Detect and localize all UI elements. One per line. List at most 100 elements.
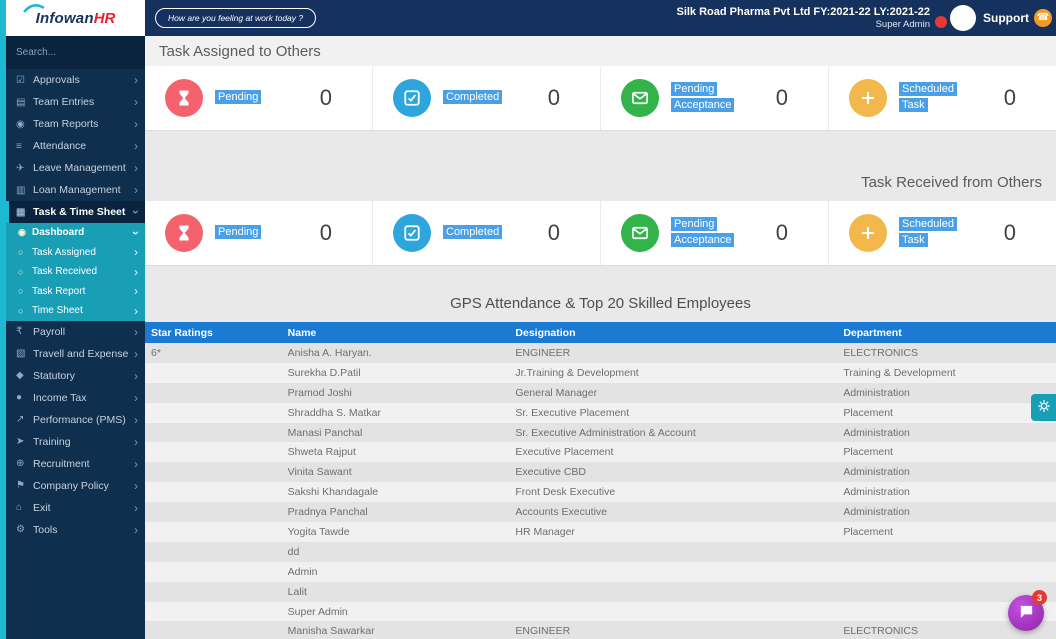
- chevron-right-icon: ›: [134, 266, 138, 278]
- submenu-item-label: Task Received: [32, 266, 134, 277]
- table-row[interactable]: Manisha SawarkarENGINEERELECTRONICS: [145, 621, 1056, 639]
- approvals-icon: ☑: [16, 75, 33, 86]
- bullet-icon: ○: [18, 286, 32, 296]
- sidebar-item-label: Approvals: [33, 74, 134, 86]
- table-row[interactable]: Admin: [145, 562, 1056, 582]
- avatar[interactable]: [950, 5, 976, 31]
- column-header-star-ratings: Star Ratings: [145, 322, 282, 343]
- pending-acceptance-mail-icon: [621, 214, 659, 252]
- sidebar-item-label: Attendance: [33, 140, 134, 152]
- scheduled-task-plus-icon: [849, 79, 887, 117]
- search-input[interactable]: [6, 36, 145, 69]
- table-cell: HR Manager: [509, 522, 837, 542]
- table-cell: [509, 562, 837, 582]
- chevron-right-icon: ›: [134, 370, 138, 382]
- notification-dot[interactable]: [935, 16, 947, 28]
- table-row[interactable]: Shraddha S. MatkarSr. Executive Placemen…: [145, 403, 1056, 423]
- sidebar-item-team-entries[interactable]: ▤ Team Entries ›: [6, 91, 145, 113]
- table-cell: [145, 621, 282, 639]
- table-row[interactable]: Sakshi KhandagaleFront Desk ExecutiveAdm…: [145, 482, 1056, 502]
- payroll-icon: ₹: [16, 326, 33, 337]
- table-row[interactable]: Shweta RajputExecutive PlacementPlacemen…: [145, 442, 1056, 462]
- table-row[interactable]: 6*Anisha A. Haryan.ENGINEERELECTRONICS: [145, 343, 1056, 363]
- chevron-right-icon: ›: [134, 480, 138, 492]
- table-row[interactable]: Super Admin: [145, 602, 1056, 622]
- training-icon: ➤: [16, 436, 33, 447]
- sidebar-item-leave-management[interactable]: ✈ Leave Management ›: [6, 157, 145, 179]
- sidebar-item-attendance[interactable]: ≡ Attendance ›: [6, 135, 145, 157]
- travel-expense-icon: ▧: [16, 348, 33, 359]
- scheduled-task-plus-icon: [849, 214, 887, 252]
- sidebar-item-recruitment[interactable]: ⊕ Recruitment ›: [6, 453, 145, 475]
- task-time-sheet-icon: ▦: [16, 207, 33, 218]
- table-cell: Executive CBD: [509, 462, 837, 482]
- gear-icon: [1037, 399, 1051, 416]
- chat-fab[interactable]: 3: [1008, 595, 1044, 631]
- stat-pending-acceptance[interactable]: Pending Acceptance 0: [600, 201, 828, 265]
- accent-strip: [0, 0, 6, 639]
- sidebar-item-statutory[interactable]: ◆ Statutory ›: [6, 365, 145, 387]
- table-row[interactable]: Surekha D.PatilJr.Training & Development…: [145, 363, 1056, 383]
- table-row[interactable]: Pradnya PanchalAccounts ExecutiveAdminis…: [145, 502, 1056, 522]
- completed-check-icon: [393, 79, 431, 117]
- table-cell: 6*: [145, 343, 282, 363]
- table-cell: Administration: [837, 423, 1056, 443]
- stat-label: Scheduled Task: [899, 217, 971, 249]
- stat-pending[interactable]: Pending 0: [145, 66, 372, 130]
- sidebar-item-team-reports[interactable]: ◉ Team Reports ›: [6, 113, 145, 135]
- chevron-right-icon: ›: [134, 118, 138, 130]
- submenu-item-task-received[interactable]: ○ Task Received ›: [6, 262, 145, 282]
- chevron-right-icon: ›: [134, 524, 138, 536]
- submenu-item-task-report[interactable]: ○ Task Report ›: [6, 282, 145, 302]
- sidebar-item-travell-and-expense[interactable]: ▧ Travell and Expense ›: [6, 343, 145, 365]
- stat-pending[interactable]: Pending 0: [145, 201, 372, 265]
- table-row[interactable]: Yogita TawdeHR ManagerPlacement: [145, 522, 1056, 542]
- chevron-right-icon: ›: [134, 348, 138, 360]
- exit-icon: ⌂: [16, 502, 33, 513]
- income-tax-icon: ●: [16, 392, 33, 403]
- table-cell: Shweta Rajput: [282, 442, 510, 462]
- table-cell: ENGINEER: [509, 621, 837, 639]
- sidebar-item-payroll[interactable]: ₹ Payroll ›: [6, 321, 145, 343]
- sidebar-item-company-policy[interactable]: ⚑ Company Policy ›: [6, 475, 145, 497]
- sidebar-menu: ☑ Approvals › ▤ Team Entries › ◉ Team Re…: [6, 69, 145, 541]
- chevron-right-icon: ›: [134, 436, 138, 448]
- table-row[interactable]: Manasi PanchalSr. Executive Administrati…: [145, 423, 1056, 443]
- submenu-item-time-sheet[interactable]: ○ Time Sheet ›: [6, 301, 145, 321]
- leave-management-icon: ✈: [16, 163, 33, 174]
- submenu-item-task-assigned[interactable]: ○ Task Assigned ›: [6, 243, 145, 263]
- sidebar-item-tools[interactable]: ⚙ Tools ›: [6, 519, 145, 541]
- sidebar-item-label: Leave Management: [33, 162, 134, 174]
- sidebar-item-approvals[interactable]: ☑ Approvals ›: [6, 69, 145, 91]
- stat-pending-acceptance[interactable]: Pending Acceptance 0: [600, 66, 828, 130]
- sidebar-item-performance-pms[interactable]: ↗ Performance (PMS) ›: [6, 409, 145, 431]
- table-row[interactable]: Lalit: [145, 582, 1056, 602]
- sidebar-item-training[interactable]: ➤ Training ›: [6, 431, 145, 453]
- table-row[interactable]: Vinita SawantExecutive CBDAdministration: [145, 462, 1056, 482]
- table-cell: Sr. Executive Administration & Account: [509, 423, 837, 443]
- sidebar-item-label: Statutory: [33, 370, 134, 382]
- table-cell: Administration: [837, 502, 1056, 522]
- stat-scheduled-task[interactable]: Scheduled Task 0: [828, 201, 1056, 265]
- table-cell: Training & Development: [837, 363, 1056, 383]
- table-row[interactable]: Pramod JoshiGeneral ManagerAdministratio…: [145, 383, 1056, 403]
- table-cell: ELECTRONICS: [837, 343, 1056, 363]
- settings-fab[interactable]: [1031, 394, 1056, 421]
- mood-check-button[interactable]: How are you feeling at work today ?: [155, 8, 316, 28]
- app-logo[interactable]: InfowanHR: [6, 0, 145, 36]
- performance-icon: ↗: [16, 414, 33, 425]
- sidebar-item-task-time-sheet[interactable]: ▦ Task & Time Sheet ›: [6, 201, 145, 223]
- table-row[interactable]: dd: [145, 542, 1056, 562]
- table-cell: Lalit: [282, 582, 510, 602]
- task-submenu: ◉ Dashboard › ○ Task Assigned › ○ Task R…: [6, 223, 145, 321]
- sidebar-item-income-tax[interactable]: ● Income Tax ›: [6, 387, 145, 409]
- support-icon: ☎: [1034, 9, 1052, 27]
- stat-completed[interactable]: Completed 0: [372, 201, 600, 265]
- support-button[interactable]: Support ☎: [983, 9, 1052, 27]
- stat-completed[interactable]: Completed 0: [372, 66, 600, 130]
- sidebar-item-loan-management[interactable]: ▥ Loan Management ›: [6, 179, 145, 201]
- sidebar-item-exit[interactable]: ⌂ Exit ›: [6, 497, 145, 519]
- submenu-item-dashboard[interactable]: ◉ Dashboard ›: [6, 223, 145, 243]
- sidebar: ☑ Approvals › ▤ Team Entries › ◉ Team Re…: [6, 36, 145, 639]
- stat-scheduled-task[interactable]: Scheduled Task 0: [828, 66, 1056, 130]
